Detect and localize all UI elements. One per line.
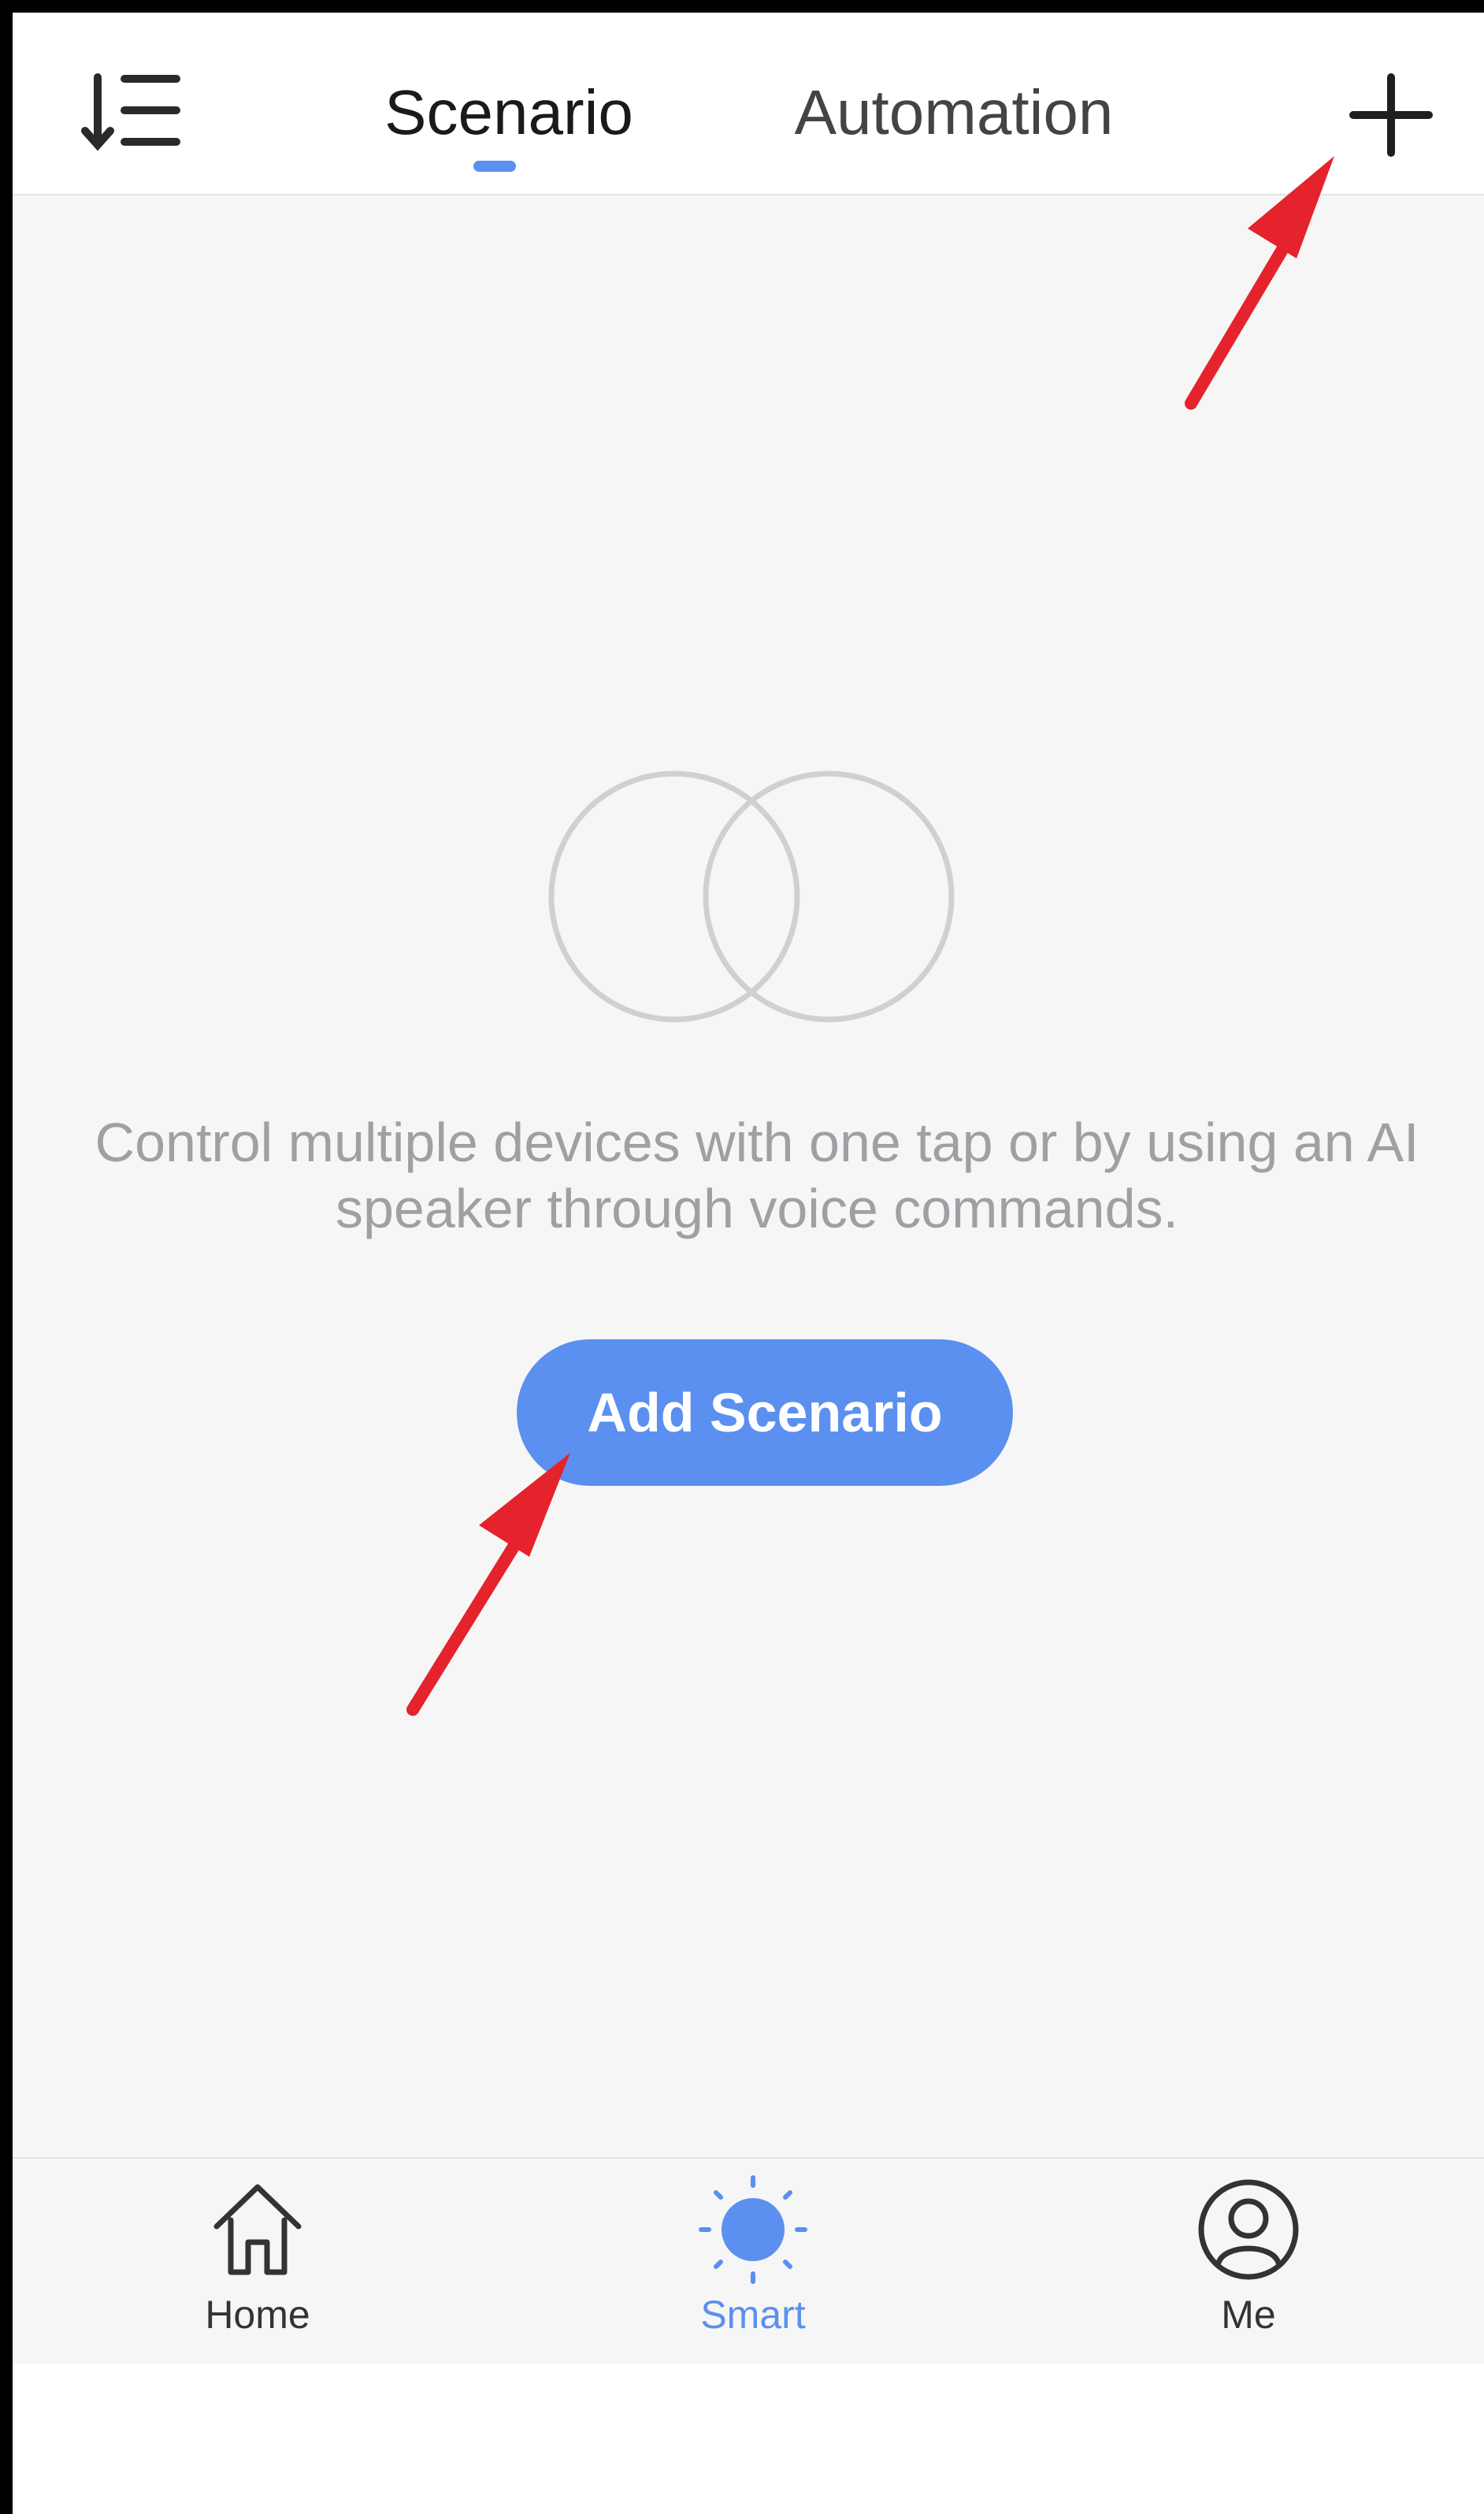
tab-automation-label: Automation bbox=[794, 77, 1114, 147]
nav-item-home[interactable]: Home bbox=[139, 2159, 376, 2364]
add-button[interactable] bbox=[1336, 60, 1446, 170]
empty-state-message: Control multiple devices with one tap or… bbox=[95, 1112, 1419, 1239]
tab-automation[interactable]: Automation bbox=[765, 69, 1143, 156]
nav-label-home: Home bbox=[205, 2293, 310, 2337]
overlapping-circles-icon bbox=[548, 763, 974, 1030]
sun-icon bbox=[699, 2175, 807, 2284]
nav-label-smart: Smart bbox=[700, 2293, 806, 2337]
sort-list-icon bbox=[81, 73, 180, 151]
main-content: Control multiple devices with one tap or… bbox=[13, 195, 1484, 2157]
nav-label-me: Me bbox=[1221, 2293, 1276, 2337]
add-scenario-button[interactable]: Add Scenario bbox=[517, 1339, 1013, 1486]
active-tab-indicator bbox=[473, 161, 516, 172]
nav-item-smart[interactable]: Smart bbox=[635, 2159, 871, 2364]
nav-item-me[interactable]: Me bbox=[1130, 2159, 1367, 2364]
tab-scenario-label: Scenario bbox=[384, 77, 633, 147]
bottom-blank-area bbox=[13, 2364, 1484, 2514]
app-screen: Scenario Automation Control multiple dev… bbox=[0, 0, 1484, 2514]
home-icon bbox=[213, 2184, 302, 2275]
bottom-navigation: Home Smart Me bbox=[13, 2157, 1484, 2364]
top-bar: Scenario Automation bbox=[13, 13, 1484, 195]
add-scenario-label: Add Scenario bbox=[587, 1382, 943, 1443]
plus-icon bbox=[1349, 73, 1433, 157]
sort-button[interactable] bbox=[76, 60, 186, 170]
profile-icon bbox=[1198, 2179, 1299, 2280]
tab-scenario[interactable]: Scenario bbox=[367, 69, 651, 156]
